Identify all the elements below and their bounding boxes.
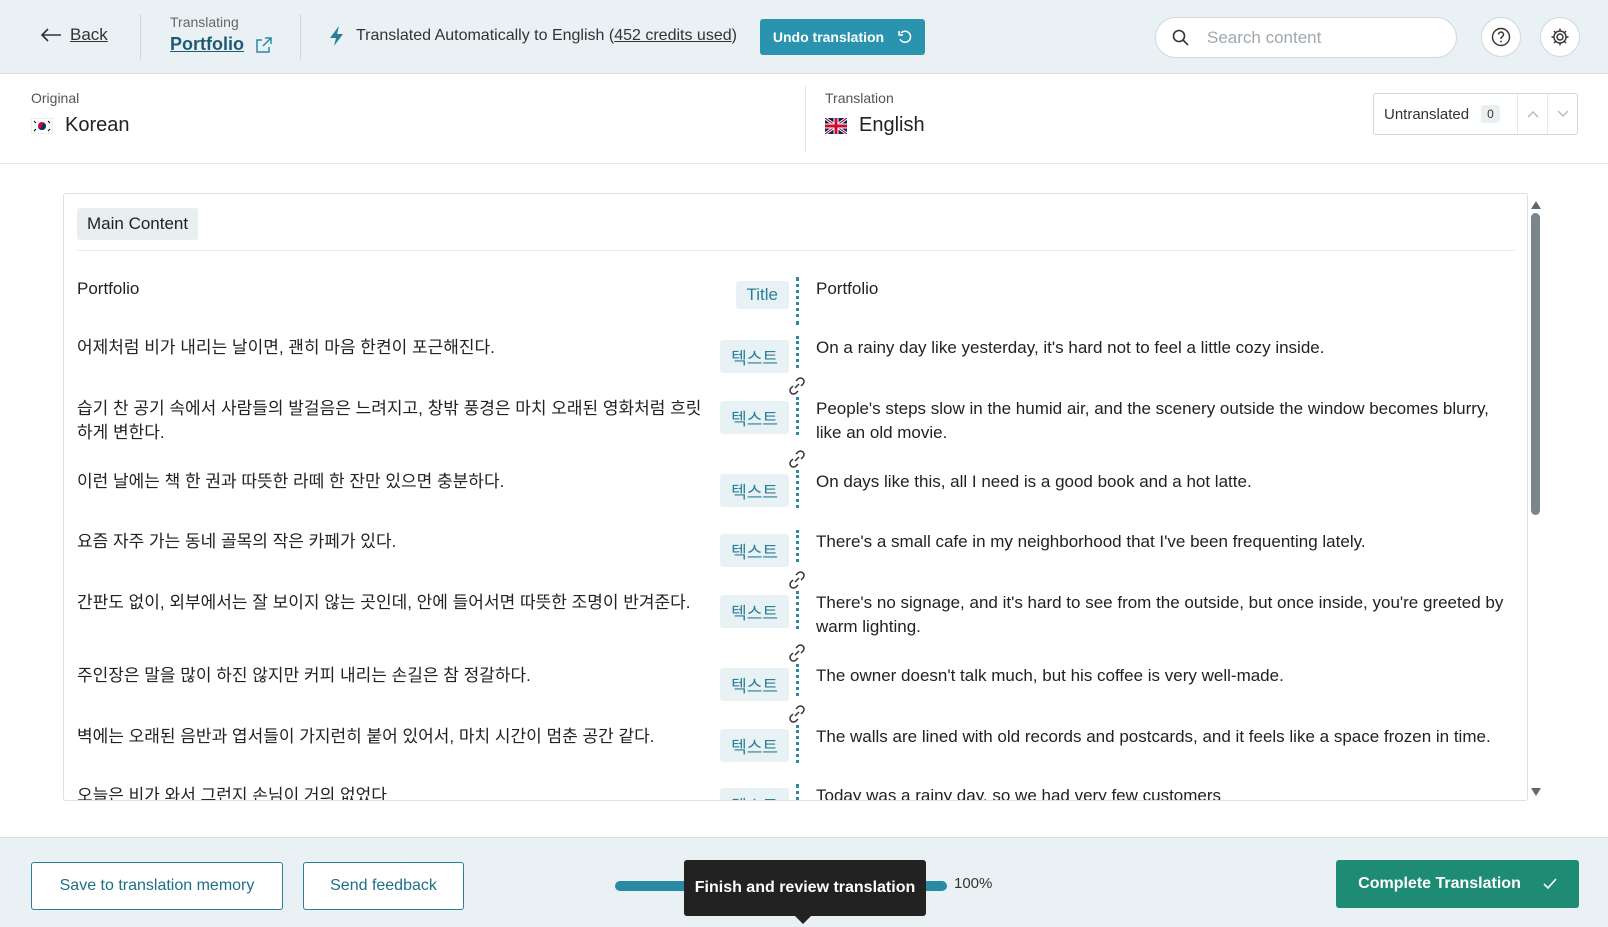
- source-text: 이런 날에는 책 한 권과 따뜻한 라떼 한 잔만 있으면 충분하다.: [77, 472, 505, 491]
- segment-connector: [796, 397, 799, 435]
- help-button[interactable]: [1481, 17, 1521, 57]
- segment-connector: [796, 784, 799, 800]
- complete-translation-button[interactable]: Complete Translation: [1336, 860, 1579, 908]
- scroll-down-arrow[interactable]: [1530, 787, 1542, 797]
- gear-icon: [1551, 28, 1569, 46]
- auto-translation-status: Translated Automatically to English (452…: [328, 25, 737, 47]
- back-arrow-icon: [40, 28, 61, 42]
- original-language-name: Korean: [65, 114, 130, 136]
- tooltip-caret: [795, 916, 811, 924]
- segment-connector: [796, 336, 799, 368]
- back-button[interactable]: Back: [40, 25, 108, 45]
- previous-untranslated-button[interactable]: [1517, 94, 1547, 134]
- target-text[interactable]: The owner doesn't talk much, but his cof…: [816, 664, 1516, 688]
- segment-connector: [796, 725, 799, 763]
- lightning-icon: [330, 26, 343, 46]
- segment-type-tag: 텍스트: [720, 668, 789, 701]
- target-text[interactable]: Portfolio: [816, 277, 1516, 301]
- translation-label: Translation: [825, 90, 894, 106]
- next-untranslated-button[interactable]: [1547, 94, 1577, 134]
- finish-tooltip: Finish and review translation: [684, 860, 926, 924]
- search-icon: [1172, 29, 1189, 46]
- save-to-memory-button[interactable]: Save to translation memory: [31, 862, 283, 910]
- language-bar: Original Korean Translation English Untr…: [0, 74, 1608, 164]
- translation-language-name: English: [859, 114, 925, 136]
- divider: [300, 14, 301, 60]
- credits-used[interactable]: 452 credits used: [614, 27, 731, 44]
- link-icon[interactable]: [786, 448, 808, 470]
- segment-type-tag: 텍스트: [720, 595, 789, 628]
- segment-connector: [796, 530, 799, 562]
- source-text: 벽에는 오래된 음반과 엽서들이 가지런히 붙어 있어서, 마치 시간이 멈춘 …: [77, 727, 655, 746]
- search-box[interactable]: [1155, 17, 1457, 58]
- divider: [140, 14, 141, 60]
- segment-connector: [796, 664, 799, 696]
- original-language: Original Korean: [31, 90, 130, 137]
- link-icon[interactable]: [786, 569, 808, 591]
- segment-type-tag: 텍스트: [720, 401, 789, 434]
- link-icon[interactable]: [786, 375, 808, 397]
- source-text: 주인장은 말을 많이 하진 않지만 커피 내리는 손길은 참 정갈하다.: [77, 666, 531, 685]
- bottom-footer: Save to translation memory Send feedback…: [0, 837, 1608, 927]
- segment-type-tag: 텍스트: [720, 729, 789, 762]
- language-divider: [805, 86, 806, 152]
- external-link-icon: [256, 36, 272, 53]
- progress-percent: 100%: [954, 875, 993, 892]
- undo-label: Undo translation: [772, 29, 885, 45]
- original-label: Original: [31, 90, 80, 106]
- segment-connector: [796, 470, 799, 508]
- segment-connector: [796, 591, 799, 629]
- target-text[interactable]: There's no signage, and it's hard to see…: [816, 591, 1516, 639]
- segment-type-tag: Title: [735, 281, 789, 309]
- segment-connector: [796, 277, 799, 325]
- target-text[interactable]: The walls are lined with old records and…: [816, 725, 1516, 749]
- target-text[interactable]: On a rainy day like yesterday, it's hard…: [816, 336, 1516, 360]
- top-header: Back Translating Portfolio Translated Au…: [0, 0, 1608, 74]
- chevron-down-icon: [1556, 110, 1569, 118]
- target-text[interactable]: Today was a rainy day, so we had very fe…: [816, 784, 1516, 800]
- help-icon: [1491, 27, 1511, 47]
- project-link[interactable]: Portfolio: [170, 34, 272, 55]
- source-text: 간판도 없이, 외부에서는 잘 보이지 않는 곳인데, 안에 들어서면 따뜻한 …: [77, 593, 691, 612]
- complete-label: Complete Translation: [1358, 875, 1521, 892]
- undo-translation-button[interactable]: Undo translation: [760, 19, 925, 55]
- translating-info: Translating Portfolio: [170, 14, 272, 55]
- section-divider: [77, 250, 1515, 251]
- checkmark-icon: [1543, 878, 1557, 890]
- segment-type-tag: 텍스트: [720, 788, 789, 800]
- section-label: Main Content: [77, 208, 199, 240]
- source-text: 오늘은 비가 와서 그런지 손님이 거의 없었다: [77, 786, 387, 801]
- uk-flag-icon: [825, 117, 847, 134]
- untranslated-label: Untranslated: [1384, 105, 1470, 123]
- settings-button[interactable]: [1540, 17, 1580, 57]
- segment-panel: Main Content Portfolio Title Portfolio 어…: [63, 193, 1528, 801]
- source-text: Portfolio: [77, 279, 140, 298]
- translating-label: Translating: [170, 14, 239, 30]
- link-icon[interactable]: [786, 642, 808, 664]
- scroll-up-arrow[interactable]: [1530, 200, 1542, 210]
- segment-type-tag: 텍스트: [720, 340, 789, 373]
- link-icon[interactable]: [786, 703, 808, 725]
- auto-translation-text: Translated Automatically to English (452…: [356, 27, 737, 44]
- chevron-up-icon: [1526, 110, 1539, 118]
- back-label: Back: [70, 25, 108, 44]
- search-input[interactable]: [1207, 27, 1447, 48]
- segment-type-tag: 텍스트: [720, 474, 789, 507]
- tooltip-text: Finish and review translation: [694, 879, 916, 896]
- target-text[interactable]: On days like this, all I need is a good …: [816, 470, 1516, 494]
- source-text: 습기 찬 공기 속에서 사람들의 발걸음은 느려지고, 창밖 풍경은 마치 오래…: [77, 399, 702, 442]
- target-text[interactable]: People's steps slow in the humid air, an…: [816, 397, 1516, 445]
- source-text: 어제처럼 비가 내리는 날이면, 괜히 마음 한켠이 포근해진다.: [77, 338, 495, 357]
- target-text[interactable]: There's a small cafe in my neighborhood …: [816, 530, 1516, 554]
- segment-type-tag: 텍스트: [720, 534, 789, 567]
- send-feedback-button[interactable]: Send feedback: [303, 862, 464, 910]
- translation-language: Translation English: [825, 90, 925, 137]
- project-name: Portfolio: [170, 34, 244, 54]
- korea-flag-icon: [31, 117, 53, 134]
- untranslated-count: 0: [1481, 105, 1500, 123]
- source-text: 요즘 자주 가는 동네 골목의 작은 카페가 있다.: [77, 532, 397, 551]
- untranslated-filter[interactable]: Untranslated 0: [1373, 93, 1578, 135]
- scrollbar-thumb[interactable]: [1531, 213, 1540, 515]
- undo-icon: [898, 30, 912, 43]
